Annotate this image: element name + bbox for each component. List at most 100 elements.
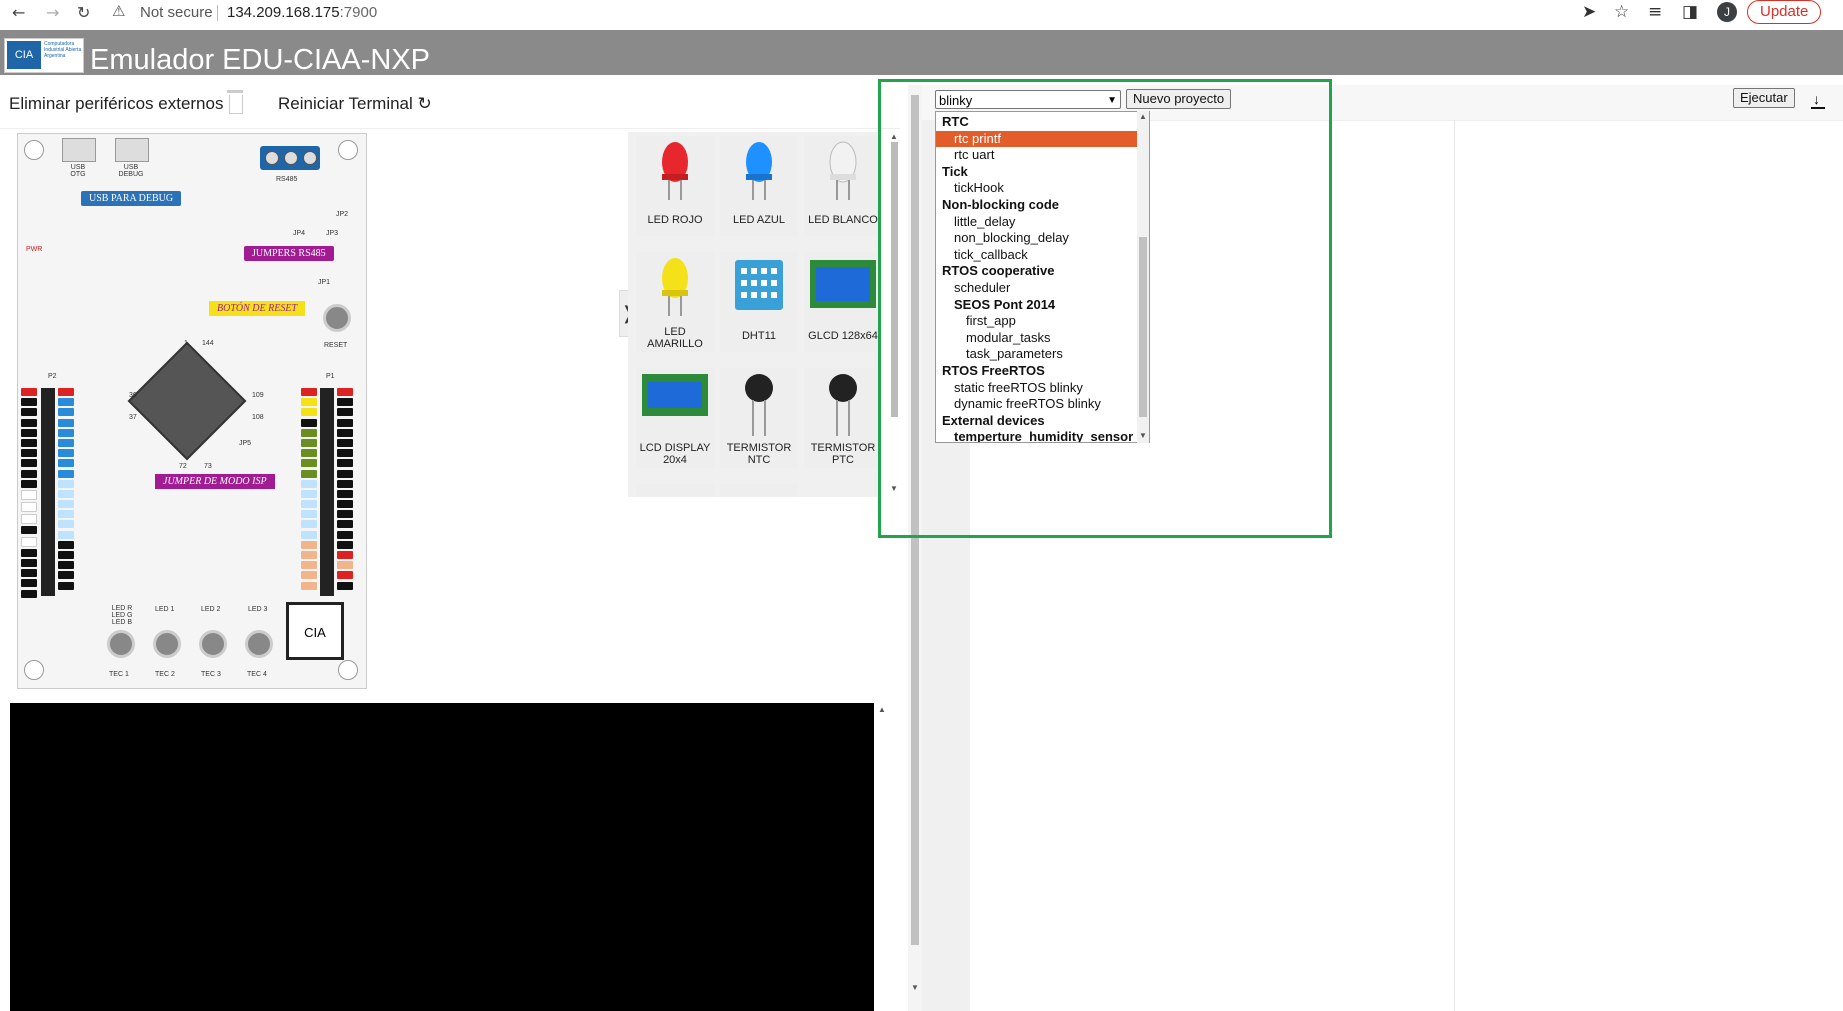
palette-scroll-thumb[interactable] (891, 142, 898, 417)
dropdown-option[interactable]: tickHook (936, 180, 1149, 196)
new-project-button[interactable]: Nuevo proyecto (1126, 89, 1232, 109)
restart-terminal-button[interactable]: Reiniciar Terminal ↻ (278, 94, 432, 114)
palette-item-led-white[interactable]: LED BLANCO (804, 136, 880, 236)
mount-hole (338, 140, 358, 160)
palette-item-glcd[interactable]: GLCD 128x64 (804, 252, 880, 352)
dropdown-option[interactable]: static freeRTOS blinky (936, 380, 1149, 396)
dropdown-option[interactable]: task_parameters (936, 346, 1149, 362)
palette-item-ntc[interactable]: TERMISTOR NTC (720, 368, 798, 468)
example-select[interactable]: blinky ▼ (935, 90, 1121, 109)
profile-avatar[interactable]: J (1717, 2, 1737, 22)
palette-item-partial[interactable] (636, 484, 714, 497)
download-icon[interactable]: ↓ (1810, 92, 1826, 110)
palette-item-led-yellow[interactable]: LED AMARILLO (636, 252, 714, 352)
star-icon[interactable]: ☆ (1614, 2, 1629, 22)
logo-subtext: Computadora Industrial Abierta Argentina (44, 41, 82, 59)
run-button[interactable]: Ejecutar (1733, 88, 1795, 108)
tec1-button[interactable] (107, 630, 135, 658)
security-status[interactable]: Not secure (140, 4, 213, 21)
side-panel-icon[interactable]: ◨ (1682, 2, 1698, 22)
palette-item-led-red[interactable]: LED ROJO (636, 136, 714, 236)
chevron-down-icon: ▼ (1107, 95, 1117, 106)
trash-icon[interactable] (226, 90, 244, 114)
led-white-icon (829, 141, 857, 200)
tec3-button[interactable] (199, 630, 227, 658)
tec4-button[interactable] (245, 630, 273, 658)
dropdown-option[interactable]: rtc uart (936, 147, 1149, 163)
warning-icon[interactable]: ⚠ (112, 2, 125, 20)
address-bar[interactable]: 134.209.168.175:7900 (227, 4, 377, 21)
p2-left-labels (21, 388, 37, 600)
dropdown-option[interactable]: dynamic freeRTOS blinky (936, 396, 1149, 412)
url-separator (217, 5, 218, 21)
p1-right-labels (337, 388, 353, 592)
palette-item-partial[interactable] (720, 484, 798, 497)
scroll-up-icon[interactable]: ▲ (1139, 112, 1147, 121)
led-yellow-icon (662, 258, 688, 316)
url-host: 134.209.168.175 (227, 4, 340, 21)
mount-hole (24, 660, 44, 680)
reset-button[interactable] (323, 304, 351, 332)
mount-hole (24, 140, 44, 160)
jp2-label: JP2 (336, 211, 349, 218)
editor-scrollbar[interactable]: ▼ (908, 85, 922, 1011)
chip-pin-37: 37 (129, 414, 137, 421)
terminal-scrollbar[interactable]: ▲ (876, 703, 888, 1011)
chip-pin-73: 73 (204, 463, 212, 470)
dropdown-option[interactable]: tick_callback (936, 247, 1149, 263)
rs485-terminal (260, 146, 320, 170)
forward-icon[interactable]: → (46, 3, 59, 22)
dropdown-scrollbar[interactable]: ▲ ▼ (1137, 111, 1149, 443)
palette-scrollbar[interactable]: ▲ ▼ (888, 132, 900, 497)
dropdown-option[interactable]: modular_tasks (936, 330, 1149, 346)
dropdown-option[interactable]: little_delay (936, 214, 1149, 230)
dropdown-group-label: RTOS cooperative (942, 263, 1055, 279)
palette-item-name: DHT11 (741, 330, 777, 342)
jp5-label: JP5 (239, 440, 252, 447)
isp-jumper-tag: JUMPER DE MODO ISP (155, 474, 275, 489)
chip-pin-144: 144 (202, 340, 214, 347)
editor-scroll-thumb[interactable] (911, 95, 919, 945)
dropdown-option[interactable]: non_blocking_delay (936, 230, 1149, 246)
scroll-up-icon[interactable]: ▲ (878, 705, 886, 714)
chip-pin-108: 108 (252, 414, 264, 421)
example-dropdown-list[interactable]: RTC rtc printf rtc uart Tick tickHook Non-blo… (935, 111, 1150, 443)
usb-debug-port (115, 138, 149, 162)
dropdown-option[interactable]: first_app (936, 313, 1149, 329)
palette-item-led-blue[interactable]: LED AZUL (720, 136, 798, 236)
usb-debug-tag: USB PARA DEBUG (81, 191, 182, 206)
edu-ciaa-board: USB OTG USB DEBUG USB PARA DEBUG RS485 J… (17, 133, 367, 689)
p1-label: P1 (326, 373, 335, 380)
dropdown-group-label: External devices (942, 412, 1045, 428)
back-icon[interactable]: ← (12, 3, 25, 22)
p2-header (41, 388, 55, 596)
jp1-label: JP1 (318, 279, 331, 286)
update-button[interactable]: Update (1747, 0, 1822, 24)
scroll-down-icon[interactable]: ▼ (911, 983, 919, 992)
palette-item-dht11[interactable]: DHT11 (720, 252, 798, 352)
palette-item-ptc[interactable]: TERMISTOR PTC (804, 368, 880, 468)
reading-list-icon[interactable]: ≡ (1648, 2, 1662, 22)
usb-otg-port (62, 138, 96, 162)
palette-item-lcd-20x4[interactable]: LCD DISPLAY 20x4 (636, 368, 714, 468)
jp4-label: JP4 (293, 230, 306, 237)
scroll-down-icon[interactable]: ▼ (890, 484, 898, 493)
send-icon[interactable]: ➤ (1582, 2, 1596, 22)
reset-tag: BOTÓN DE RESET (209, 301, 305, 316)
tec2-button[interactable] (153, 630, 181, 658)
remove-peripherals-button[interactable]: Eliminar periféricos externos (9, 94, 223, 114)
jp3-label: JP3 (326, 230, 339, 237)
thermistor-ptc-icon (829, 374, 857, 436)
dropdown-option[interactable]: rtc printf (936, 130, 1149, 147)
led1-label: LED 1 (155, 606, 175, 613)
led2-label: LED 2 (201, 606, 221, 613)
chip-pin-72: 72 (179, 463, 187, 470)
serial-terminal[interactable] (10, 703, 874, 1011)
dropdown-scroll-thumb[interactable] (1139, 237, 1147, 417)
dropdown-option[interactable]: scheduler (936, 280, 1149, 296)
scroll-down-icon[interactable]: ▼ (1139, 431, 1147, 440)
chip-pin-1: 1 (184, 340, 188, 347)
led-blue-icon (746, 142, 772, 200)
scroll-up-icon[interactable]: ▲ (890, 132, 898, 141)
reload-icon[interactable]: ↻ (77, 3, 90, 22)
